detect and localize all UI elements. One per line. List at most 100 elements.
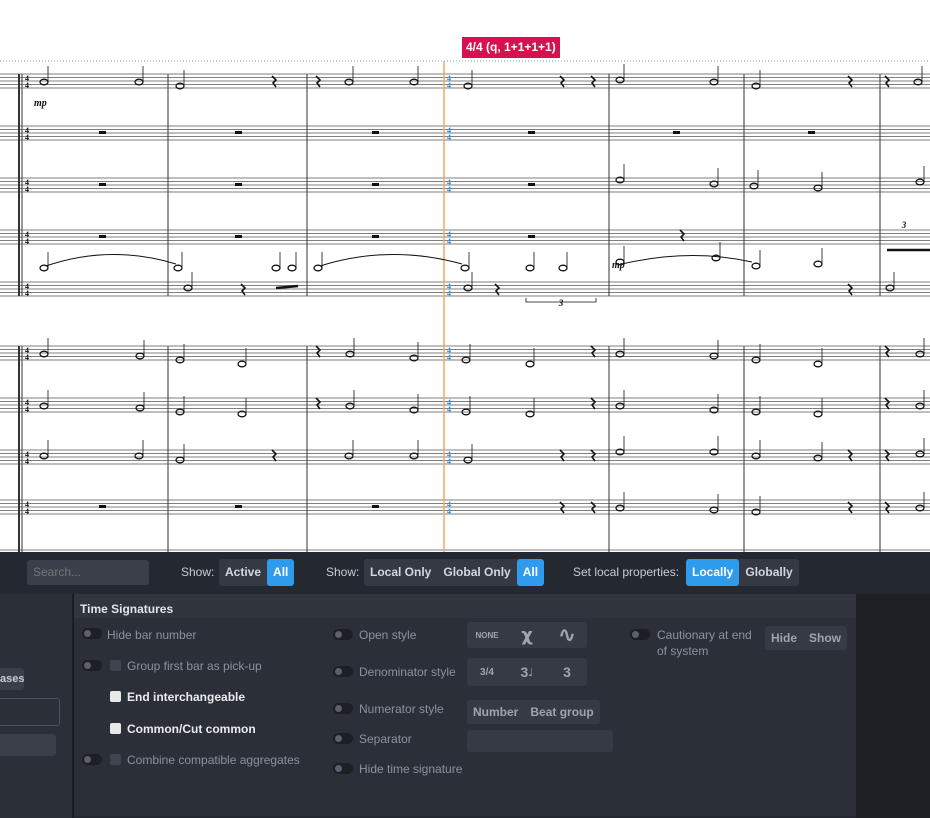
dynamic-mark: mp bbox=[612, 260, 625, 271]
hide-time-signature-toggle[interactable] bbox=[333, 763, 353, 774]
time-signature-denominator: 4 bbox=[447, 405, 451, 414]
separator-field[interactable] bbox=[467, 730, 613, 752]
notehead bbox=[287, 264, 297, 272]
denominator-style-label: Denominator style bbox=[359, 665, 456, 679]
hide-bar-number-toggle[interactable] bbox=[82, 628, 102, 639]
open-style-toggle[interactable] bbox=[333, 629, 353, 640]
time-signature-denominator: 4 bbox=[25, 81, 29, 90]
time-signature-denominator: 4 bbox=[447, 133, 451, 142]
whole-rest bbox=[528, 183, 535, 186]
notehead bbox=[709, 352, 719, 360]
global-only-option[interactable]: Global Only bbox=[437, 559, 516, 586]
notehead bbox=[135, 404, 145, 412]
numerator-style-label: Numerator style bbox=[359, 702, 444, 716]
notehead bbox=[915, 350, 925, 358]
hide-time-signature-label: Hide time signature bbox=[359, 762, 463, 776]
time-signature-denominator: 4 bbox=[25, 133, 29, 142]
local-only-option[interactable]: Local Only bbox=[364, 559, 437, 586]
whole-rest bbox=[235, 183, 242, 186]
notehead bbox=[39, 350, 49, 358]
combine-aggregates-checkbox[interactable] bbox=[110, 754, 121, 765]
notehead bbox=[615, 504, 625, 512]
all-option-2[interactable]: All bbox=[516, 559, 545, 586]
time-signature-denominator: 4 bbox=[447, 289, 451, 298]
cautionary-hide-button[interactable]: Hide bbox=[765, 626, 803, 650]
properties-panel: Show: Active All Show: Local Only Global… bbox=[0, 552, 930, 818]
whole-rest bbox=[99, 131, 106, 134]
search-input[interactable] bbox=[27, 560, 149, 585]
open-style-x-button[interactable]: χ bbox=[507, 622, 547, 648]
quarter-rest bbox=[590, 397, 597, 410]
show-label: Show: bbox=[181, 565, 215, 579]
hide-bar-number-label: Hide bar number bbox=[107, 628, 197, 642]
show-scope-toggle: Local Only Global Only All bbox=[364, 559, 545, 586]
notehead bbox=[813, 260, 823, 268]
notehead bbox=[885, 284, 895, 292]
left-fragment-button[interactable]: ases bbox=[0, 668, 24, 690]
group-first-bar-checkbox[interactable] bbox=[110, 660, 121, 671]
denominator-fraction-button[interactable]: 3/4 bbox=[467, 658, 507, 686]
whole-rest bbox=[235, 505, 242, 508]
score-canvas[interactable]: 44444444444444444444444444444444444433mp… bbox=[0, 0, 930, 552]
group-first-bar-toggle[interactable] bbox=[82, 660, 102, 671]
whole-rest bbox=[99, 183, 106, 186]
open-style-none-button[interactable]: NONE bbox=[467, 622, 507, 648]
time-signature-denominator: 4 bbox=[25, 353, 29, 362]
time-signature-tag[interactable]: 4/4 (q, 1+1+1+1) bbox=[462, 37, 560, 58]
notehead bbox=[173, 264, 183, 272]
numerator-beat-group-button[interactable]: Beat group bbox=[524, 700, 599, 724]
denominator-note-button[interactable]: 3 ♩ bbox=[507, 658, 547, 686]
denominator-style-options: 3/4 3 ♩ 3 bbox=[467, 658, 587, 686]
numerator-number-button[interactable]: Number bbox=[467, 700, 524, 724]
notehead bbox=[813, 360, 823, 368]
set-local-label: Set local properties: bbox=[573, 565, 680, 579]
common-cut-checkbox[interactable] bbox=[110, 723, 121, 734]
whole-rest bbox=[372, 235, 379, 238]
left-group-fragment: ases bbox=[0, 594, 72, 818]
open-style-wave-button[interactable]: ∿ bbox=[547, 622, 587, 648]
whole-rest bbox=[99, 505, 106, 508]
show-label-2: Show: bbox=[326, 565, 360, 579]
denominator-plain-button[interactable]: 3 bbox=[547, 658, 587, 686]
filter-bar: Show: Active All Show: Local Only Global… bbox=[0, 552, 930, 594]
globally-option[interactable]: Globally bbox=[739, 559, 798, 586]
whole-rest bbox=[235, 131, 242, 134]
fraction-glyph: 3/4 bbox=[480, 666, 494, 678]
left-fragment-field-2[interactable] bbox=[0, 734, 56, 756]
numerator-style-toggle[interactable] bbox=[333, 703, 353, 714]
tie bbox=[319, 253, 463, 267]
all-option[interactable]: All bbox=[267, 559, 295, 586]
notehead bbox=[615, 402, 625, 410]
numerator-style-options: Number Beat group bbox=[467, 700, 600, 724]
tie bbox=[621, 255, 753, 265]
notehead bbox=[460, 264, 470, 272]
separator-toggle[interactable] bbox=[333, 733, 353, 744]
denominator-style-toggle[interactable] bbox=[333, 666, 353, 677]
locally-option[interactable]: Locally bbox=[686, 559, 740, 586]
notehead bbox=[463, 456, 473, 464]
notehead bbox=[409, 78, 419, 86]
combine-aggregates-toggle[interactable] bbox=[82, 754, 102, 765]
notehead bbox=[175, 456, 185, 464]
notehead bbox=[751, 452, 761, 460]
notehead bbox=[39, 452, 49, 460]
notehead bbox=[915, 178, 925, 186]
cautionary-toggle[interactable] bbox=[630, 629, 650, 640]
time-signature-denominator: 4 bbox=[25, 405, 29, 414]
notehead bbox=[135, 352, 145, 360]
quarter-rest bbox=[884, 345, 891, 358]
active-option[interactable]: Active bbox=[219, 559, 267, 586]
time-signatures-group: Time Signatures Hide bar number Group fi… bbox=[74, 594, 856, 816]
end-interchangeable-checkbox[interactable] bbox=[110, 691, 121, 702]
quarter-rest bbox=[884, 397, 891, 410]
time-signature-denominator: 4 bbox=[25, 237, 29, 246]
cautionary-show-button[interactable]: Show bbox=[803, 626, 847, 650]
notehead bbox=[709, 506, 719, 514]
score-view[interactable]: 4 4 4 4 4 4 4 4 4 4 4 4 4 4 4 4 4 4 4 4 4 4 4 4 4 4 4 4 4 4 4 4 4 4 4 4 3 3 mp… bbox=[0, 0, 930, 552]
time-signature-denominator: 4 bbox=[25, 457, 29, 466]
time-signature-denominator: 4 bbox=[447, 353, 451, 362]
notehead bbox=[525, 360, 535, 368]
left-fragment-field[interactable] bbox=[0, 698, 60, 726]
notehead bbox=[134, 78, 144, 86]
group-first-bar-label: Group first bar as pick-up bbox=[127, 659, 262, 673]
